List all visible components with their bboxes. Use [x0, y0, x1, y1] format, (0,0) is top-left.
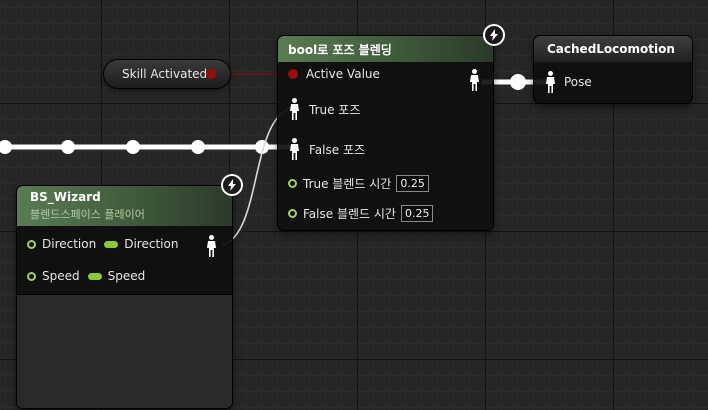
lightning-icon: [221, 174, 243, 196]
true-blend-time-row[interactable]: True 블렌드 시간 0.25: [288, 174, 429, 192]
true-blend-time-label: True 블렌드 시간: [303, 176, 392, 191]
true-pose-label: True 포즈: [309, 102, 361, 117]
bs-wizard-node[interactable]: BS_Wizard 블렌드스페이스 플레이어 Direction Directi…: [17, 186, 232, 408]
direction-variable-pill[interactable]: [104, 240, 119, 248]
bs-node-title: BS_Wizard: [30, 190, 101, 204]
false-blend-time-pin[interactable]: [288, 208, 297, 218]
pose-label: Pose: [564, 75, 592, 89]
direction-variable-label: Direction: [124, 237, 179, 251]
bs-node-preview-area: [17, 295, 232, 408]
speed-variable-pill[interactable]: [87, 272, 102, 280]
active-value-label: Active Value: [306, 67, 380, 81]
bs-node-header: BS_Wizard 블렌드스페이스 플레이어: [17, 186, 232, 226]
cached-locomotion-node[interactable]: CachedLocomotion Pose: [534, 36, 692, 103]
pose-pin-row[interactable]: Pose: [546, 70, 592, 94]
false-blend-time-row[interactable]: False 블렌드 시간 0.25: [288, 204, 434, 222]
speed-pin-row[interactable]: Speed Speed: [27, 267, 145, 285]
pose-person-icon[interactable]: [290, 138, 299, 160]
direction-label: Direction: [42, 237, 97, 251]
pose-person-icon[interactable]: [290, 98, 299, 120]
blend-node-title: bool로 포즈 블렌딩: [288, 42, 392, 57]
speed-variable-label: Speed: [107, 269, 146, 283]
false-pose-label: False 포즈: [309, 142, 366, 157]
lightning-icon: [483, 24, 505, 46]
pose-person-icon[interactable]: [207, 235, 216, 257]
true-blend-time-pin[interactable]: [288, 178, 297, 188]
bs-node-subtitle: 블렌드스페이스 플레이어: [30, 208, 145, 221]
false-pose-pin-row[interactable]: False 포즈: [290, 137, 365, 161]
true-blend-time-input[interactable]: 0.25: [396, 174, 429, 192]
direction-pin[interactable]: [27, 239, 36, 249]
blend-node-header: bool로 포즈 블렌딩: [278, 36, 493, 62]
false-blend-time-input[interactable]: 0.25: [400, 204, 434, 222]
speed-pin[interactable]: [27, 271, 36, 281]
active-value-pin-row[interactable]: Active Value: [288, 65, 380, 83]
cached-node-title: CachedLocomotion: [547, 42, 675, 56]
active-value-pin[interactable]: [288, 69, 298, 79]
blend-poses-by-bool-node[interactable]: bool로 포즈 블렌딩 Active Value True 포즈 False …: [278, 36, 493, 230]
skill-activated-label: Skill Activated: [122, 67, 208, 81]
skill-activated-node[interactable]: Skill Activated: [104, 60, 230, 88]
pose-person-icon[interactable]: [546, 71, 555, 93]
bool-output-pin[interactable]: [206, 69, 216, 79]
pose-person-icon[interactable]: [470, 69, 479, 91]
cached-node-header: CachedLocomotion: [534, 36, 692, 62]
direction-pin-row[interactable]: Direction Direction: [27, 235, 178, 253]
true-pose-pin-row[interactable]: True 포즈: [290, 97, 360, 121]
false-blend-time-label: False 블렌드 시간: [303, 206, 396, 221]
speed-label: Speed: [42, 269, 80, 283]
